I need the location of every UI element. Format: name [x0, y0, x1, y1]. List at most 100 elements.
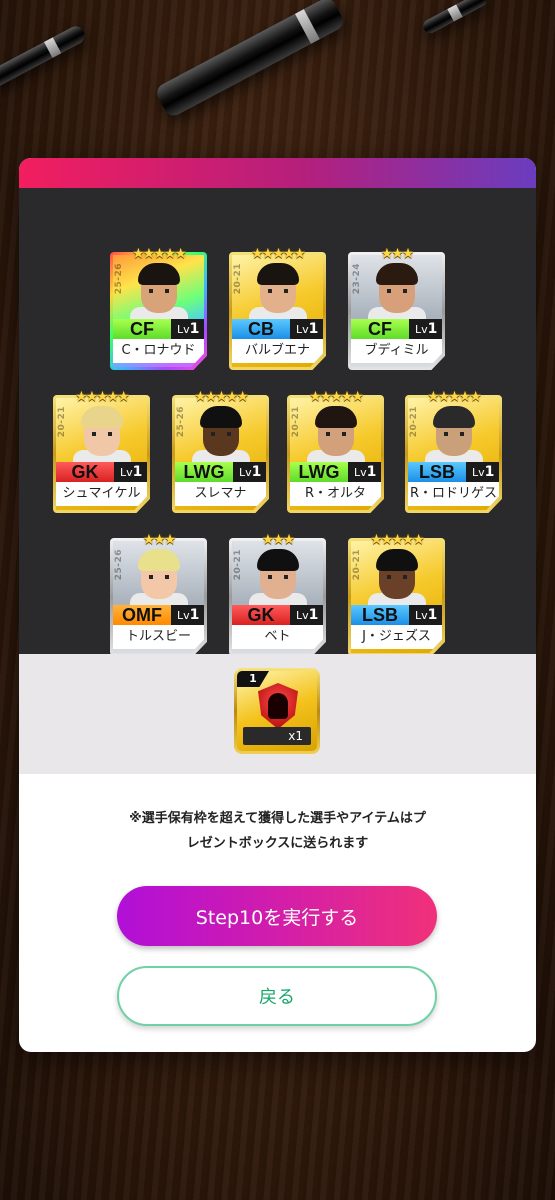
gacha-result-modal: ★★★★★ 25-26 CF Lv1 C・ロナウド ★★★★★ 20-21 CB… — [19, 158, 536, 1052]
player-portrait — [191, 406, 250, 466]
season-label: 20-21 — [233, 549, 243, 581]
item-number: 1 — [237, 671, 269, 687]
player-card[interactable]: ★★★ 20-21 GK Lv1 ベト — [229, 532, 326, 656]
level-label: Lv1 — [409, 605, 442, 625]
player-portrait — [248, 263, 307, 323]
season-label: 25-26 — [114, 263, 124, 295]
season-label: 25-26 — [176, 406, 186, 438]
player-card[interactable]: ★★★★★ 20-21 LSB Lv1 J・ジェズス — [348, 532, 445, 656]
position-badge: LSB — [351, 605, 409, 625]
player-card[interactable]: ★★★ 23-24 CF Lv1 ブディミル — [348, 246, 445, 370]
rarity-stars: ★★★ — [142, 532, 177, 548]
rarity-stars: ★★★★★ — [75, 389, 130, 405]
level-prefix: Lv — [296, 609, 309, 622]
card-inner: 20-21 LWG Lv1 R・オルタ — [290, 398, 381, 510]
season-label: 23-24 — [352, 263, 362, 295]
level-prefix: Lv — [296, 323, 309, 336]
level-value: 1 — [189, 607, 200, 623]
card-inner: 20-21 GK Lv1 ベト — [232, 541, 323, 653]
level-prefix: Lv — [120, 466, 133, 479]
player-name: シュマイケル — [56, 482, 147, 506]
season-label: 25-26 — [114, 549, 124, 581]
card-frame: 20-21 LWG Lv1 R・オルタ — [287, 395, 384, 513]
level-value: 1 — [308, 321, 319, 337]
position-level-row: CB Lv1 — [232, 319, 323, 339]
player-silhouette-icon — [268, 693, 288, 719]
pen-decoration — [153, 0, 347, 119]
level-value: 1 — [189, 321, 200, 337]
player-card[interactable]: ★★★★★ 20-21 CB Lv1 バルブエナ — [229, 246, 326, 370]
level-label: Lv1 — [348, 462, 381, 482]
pen-decoration — [0, 23, 88, 91]
player-card[interactable]: ★★★ 25-26 OMF Lv1 トルスビー — [110, 532, 207, 656]
player-card[interactable]: ★★★★★ 20-21 LWG Lv1 R・オルタ — [287, 389, 384, 513]
level-label: Lv1 — [290, 319, 323, 339]
card-frame: 20-21 GK Lv1 シュマイケル — [53, 395, 150, 513]
card-frame: 20-21 GK Lv1 ベト — [229, 538, 326, 656]
position-badge: CF — [113, 319, 171, 339]
card-inner: 25-26 OMF Lv1 トルスビー — [113, 541, 204, 653]
item-count: x1 — [243, 727, 311, 745]
position-level-row: LSB Lv1 — [351, 605, 442, 625]
card-inner: 20-21 GK Lv1 シュマイケル — [56, 398, 147, 510]
level-label: Lv1 — [171, 605, 204, 625]
level-value: 1 — [308, 607, 319, 623]
execute-step-button[interactable]: Step10を実行する — [117, 886, 437, 946]
player-card[interactable]: ★★★★★ 25-26 CF Lv1 C・ロナウド — [110, 246, 207, 370]
position-badge: LWG — [290, 462, 348, 482]
player-name: C・ロナウド — [113, 339, 204, 363]
position-level-row: CF Lv1 — [113, 319, 204, 339]
level-prefix: Lv — [472, 466, 485, 479]
level-value: 1 — [251, 464, 262, 480]
level-value: 1 — [132, 464, 143, 480]
pen-decoration — [420, 0, 490, 36]
card-frame: 20-21 CB Lv1 バルブエナ — [229, 252, 326, 370]
card-inner: 20-21 LSB Lv1 J・ジェズス — [351, 541, 442, 653]
player-cards-grid: ★★★★★ 25-26 CF Lv1 C・ロナウド ★★★★★ 20-21 CB… — [19, 188, 536, 656]
overflow-notice-line1: ※選手保有枠を超えて獲得した選手やアイテムはプ — [129, 811, 426, 826]
position-badge: CB — [232, 319, 290, 339]
player-name: R・ロドリゲス — [408, 482, 499, 506]
player-portrait — [424, 406, 483, 466]
rarity-stars: ★★★ — [261, 532, 296, 548]
back-button[interactable]: 戻る — [117, 966, 437, 1026]
position-badge: GK — [232, 605, 290, 625]
player-card[interactable]: ★★★★★ 20-21 LSB Lv1 R・ロドリゲス — [405, 389, 502, 513]
position-level-row: GK Lv1 — [232, 605, 323, 625]
player-name: トルスビー — [113, 625, 204, 649]
rarity-stars: ★★★★★ — [251, 246, 306, 262]
position-badge: LSB — [408, 462, 466, 482]
level-label: Lv1 — [171, 319, 204, 339]
card-frame: 25-26 OMF Lv1 トルスビー — [110, 538, 207, 656]
player-name: R・オルタ — [290, 482, 381, 506]
level-value: 1 — [484, 464, 495, 480]
player-name: バルブエナ — [232, 339, 323, 363]
bonus-item[interactable]: 1 x1 — [234, 668, 320, 754]
bonus-item-inner: 1 x1 — [237, 671, 317, 751]
position-badge: GK — [56, 462, 114, 482]
level-label: Lv1 — [409, 319, 442, 339]
player-name: スレマナ — [175, 482, 266, 506]
player-card[interactable]: ★★★★★ 20-21 GK Lv1 シュマイケル — [53, 389, 150, 513]
level-value: 1 — [366, 464, 377, 480]
position-level-row: LWG Lv1 — [290, 462, 381, 482]
card-inner: 20-21 CB Lv1 バルブエナ — [232, 255, 323, 367]
player-card[interactable]: ★★★★★ 25-26 LWG Lv1 スレマナ — [172, 389, 269, 513]
card-inner: 25-26 LWG Lv1 スレマナ — [175, 398, 266, 510]
player-portrait — [306, 406, 365, 466]
card-frame: 25-26 CF Lv1 C・ロナウド — [110, 252, 207, 370]
player-name: ベト — [232, 625, 323, 649]
position-badge: OMF — [113, 605, 171, 625]
level-prefix: Lv — [354, 466, 367, 479]
season-label: 20-21 — [57, 406, 67, 438]
player-portrait — [248, 549, 307, 609]
level-prefix: Lv — [415, 323, 428, 336]
position-level-row: CF Lv1 — [351, 319, 442, 339]
position-level-row: OMF Lv1 — [113, 605, 204, 625]
position-level-row: GK Lv1 — [56, 462, 147, 482]
modal-header-bar — [19, 158, 536, 188]
player-name: J・ジェズス — [351, 625, 442, 649]
card-inner: 23-24 CF Lv1 ブディミル — [351, 255, 442, 367]
player-name: ブディミル — [351, 339, 442, 363]
season-label: 20-21 — [291, 406, 301, 438]
